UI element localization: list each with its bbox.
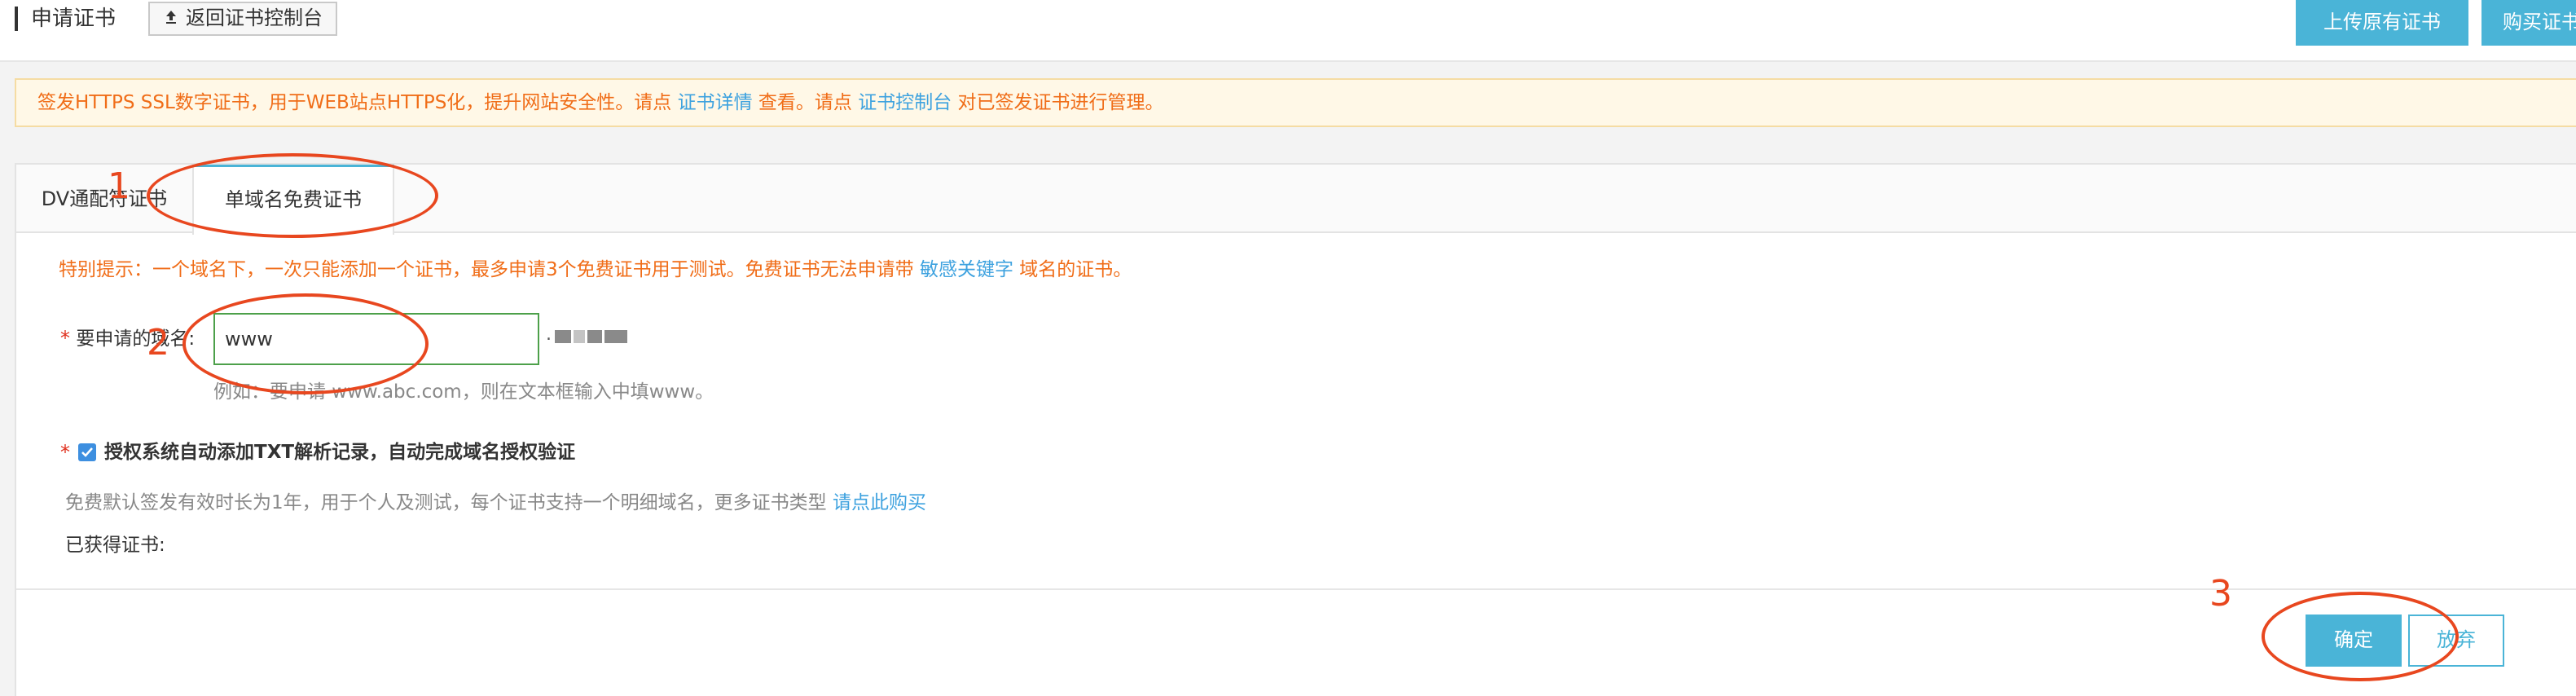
notice-banner: 签发HTTPS SSL数字证书，用于WEB站点HTTPS化，提升网站安全性。请点… — [15, 78, 2576, 127]
notice-text-1: 签发HTTPS SSL数字证书，用于WEB站点HTTPS化，提升网站安全性。请点 — [37, 92, 672, 113]
required-mark: * — [60, 327, 70, 350]
back-to-console-button[interactable]: 返回证书控制台 — [148, 2, 337, 36]
obtained-certificates-label: 已获得证书: — [65, 535, 165, 556]
check-icon — [81, 447, 93, 457]
buy-more-link[interactable]: 请点此购买 — [833, 492, 926, 513]
tip-text-2: 域名的证书。 — [1019, 259, 1132, 280]
tab-single-domain-free[interactable]: 单域名免费证书 — [192, 165, 394, 235]
certificate-type-tabs: DV通配符证书 单域名免费证书 — [16, 165, 2576, 235]
domain-field-label: * 要申请的域名: — [60, 324, 195, 353]
page-title: 申请证书 — [31, 7, 116, 31]
annotation-step-2: 2 — [147, 322, 169, 363]
special-tip: 特别提示：一个域名下，一次只能添加一个证书，最多申请3个免费证书用于测试。免费证… — [59, 256, 1132, 284]
domain-input[interactable] — [213, 313, 539, 365]
upload-arrow-icon — [165, 3, 178, 34]
certificate-form-card: DV通配符证书 单域名免费证书 特别提示：一个域名下，一次只能添加一个证书，最多… — [15, 163, 2576, 696]
annotation-step-3: 3 — [2209, 573, 2232, 615]
notice-text-2: 查看。请点 — [758, 92, 852, 113]
title-accent-bar — [15, 7, 18, 31]
certificate-console-link[interactable]: 证书控制台 — [858, 92, 952, 113]
domain-label-text: 要申请的域名: — [76, 328, 196, 350]
back-button-label: 返回证书控制台 — [186, 7, 323, 29]
domain-suffix: . — [546, 324, 644, 345]
validity-info: 免费默认签发有效时长为1年，用于个人及测试，每个证书支持一个明细域名，更多证书类… — [65, 489, 926, 517]
domain-example-hint: 例如：要申请 www.abc.com，则在文本框输入中填www。 — [213, 381, 714, 403]
tab-dv-wildcard[interactable]: DV通配符证书 — [16, 165, 192, 233]
validity-info-text: 免费默认签发有效时长为1年，用于个人及测试，每个证书支持一个明细域名，更多证书类… — [65, 492, 827, 513]
required-mark: * — [60, 441, 70, 464]
auth-txt-checkbox[interactable] — [78, 443, 96, 461]
buy-certificate-button[interactable]: 购买证书 — [2481, 0, 2576, 46]
page-header: 申请证书 返回证书控制台 上传原有证书 购买证书 — [0, 0, 2576, 62]
auth-txt-label: 授权系统自动添加TXT解析记录，自动完成域名授权验证 — [104, 442, 576, 463]
masked-domain-part — [604, 330, 627, 343]
upload-certificate-button[interactable]: 上传原有证书 — [2296, 0, 2468, 46]
annotation-step-1: 1 — [108, 165, 130, 207]
tip-text-1: 特别提示：一个域名下，一次只能添加一个证书，最多申请3个免费证书用于测试。免费证… — [59, 259, 914, 280]
masked-domain-part — [574, 330, 585, 343]
cancel-button[interactable]: 放弃 — [2408, 615, 2504, 667]
masked-domain-part — [587, 330, 602, 343]
sensitive-keywords-link[interactable]: 敏感关键字 — [920, 259, 1013, 280]
masked-domain-part — [555, 330, 571, 343]
certificate-details-link[interactable]: 证书详情 — [678, 92, 753, 113]
notice-text-3: 对已签发证书进行管理。 — [957, 92, 1164, 113]
domain-dot: . — [546, 324, 552, 345]
confirm-button[interactable]: 确定 — [2306, 615, 2402, 667]
footer-divider — [16, 588, 2576, 590]
auth-txt-option: * 授权系统自动添加TXT解析记录，自动完成域名授权验证 — [60, 438, 575, 466]
